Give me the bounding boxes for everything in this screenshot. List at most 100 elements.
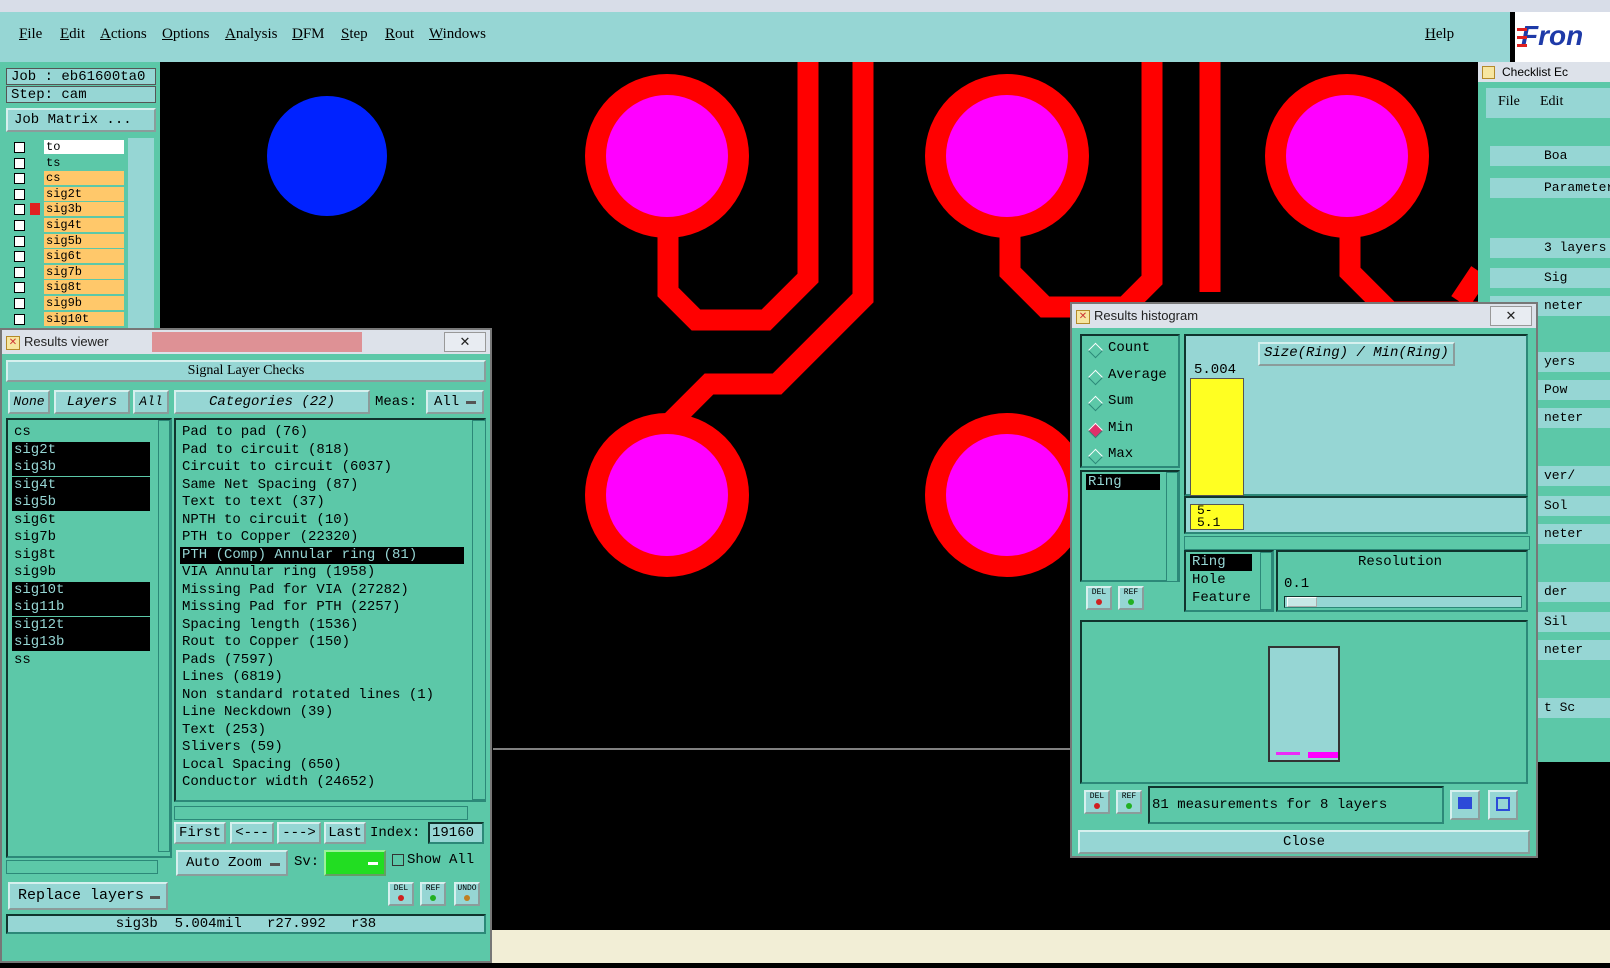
resolution-slider-thumb[interactable] <box>1287 597 1317 607</box>
checklist-row[interactable]: Sig <box>1490 268 1610 288</box>
layer-row[interactable]: sig4t <box>10 218 128 233</box>
layer-list-item[interactable]: cs <box>12 424 150 441</box>
category-item[interactable]: Text to text (37) <box>180 494 464 511</box>
del-button[interactable]: DEL <box>388 882 414 906</box>
layers-all-button[interactable]: All <box>133 390 169 414</box>
layer-list-item[interactable]: sig6t <box>12 512 150 529</box>
radio-diamond-icon[interactable] <box>1087 369 1104 385</box>
attr-list[interactable]: Ring <box>1080 470 1180 582</box>
categories-scrollbar[interactable] <box>472 420 486 800</box>
category-item[interactable]: Local Spacing (650) <box>180 757 464 774</box>
bin-label[interactable]: 5- 5.1 <box>1190 504 1244 530</box>
layer-list-item[interactable]: sig8t <box>12 547 150 564</box>
radio-diamond-icon[interactable] <box>1087 342 1104 359</box>
sv-color-select[interactable] <box>324 850 386 876</box>
menu-options[interactable]: Options <box>162 26 210 43</box>
index-input[interactable]: 19160 <box>428 822 484 844</box>
layer-checkbox[interactable] <box>14 220 25 231</box>
layer-checkbox[interactable] <box>14 235 25 247</box>
layers-tab[interactable]: Layers <box>54 390 130 414</box>
checklist-row[interactable]: 3 layers <box>1490 238 1610 258</box>
layer-row[interactable]: sig7b <box>10 264 128 280</box>
layer-name[interactable]: ts <box>44 155 124 170</box>
attr-list-item[interactable]: Ring <box>1086 474 1160 490</box>
category-item[interactable]: Non standard rotated lines (1) <box>180 687 464 704</box>
category-item[interactable]: NPTH to circuit (10) <box>180 512 464 529</box>
layer-row[interactable]: sig2t <box>10 186 128 202</box>
layers-list[interactable]: cs sig2t sig3b sig4t sig5b sig6t sig7b sig8t sig… <box>6 418 172 858</box>
job-matrix-button[interactable]: Job Matrix ... <box>6 108 156 132</box>
layer-name[interactable]: sig4t <box>44 218 124 232</box>
histogram-close-button[interactable]: Close <box>1078 830 1530 854</box>
layer-list-item[interactable]: sig3b <box>12 459 150 476</box>
layer-list-item[interactable]: sig7b <box>12 529 150 546</box>
snapshot-icon[interactable] <box>1488 790 1518 820</box>
category-item[interactable]: Pad to pad (76) <box>180 424 464 441</box>
category-item[interactable]: Missing Pad for PTH (2257) <box>180 599 464 616</box>
layer-row[interactable]: sig5b <box>10 233 128 249</box>
prev-button[interactable]: <--- <box>230 822 274 844</box>
attr-option[interactable]: Feature <box>1190 590 1252 607</box>
menu-rout[interactable]: Rout <box>385 26 414 43</box>
menu-step[interactable]: Step <box>341 26 368 43</box>
layer-row[interactable]: sig3b <box>10 202 128 217</box>
layer-list-item[interactable]: sig2t <box>12 441 150 459</box>
category-item[interactable]: Lines (6819) <box>180 669 464 686</box>
menu-edit[interactable]: Edit <box>60 26 85 43</box>
menu-windows[interactable]: Windows <box>429 26 486 43</box>
layer-checkbox[interactable] <box>14 173 25 185</box>
layer-name[interactable]: sig8t <box>44 280 124 295</box>
attr-scrollbar[interactable] <box>1166 472 1178 582</box>
export-icon[interactable] <box>1450 790 1480 820</box>
category-item[interactable]: Rout to Copper (150) <box>180 634 464 651</box>
close-icon[interactable]: ✕ <box>444 332 486 352</box>
menu-actions[interactable]: Actions <box>100 26 147 43</box>
category-item[interactable]: Pad to circuit (818) <box>180 442 464 459</box>
layer-list-item[interactable]: sig9b <box>12 564 150 581</box>
menu-file[interactable]: File <box>19 26 42 43</box>
category-item[interactable]: Conductor width (24652) <box>180 774 464 791</box>
layer-name[interactable]: sig9b <box>44 296 124 310</box>
histogram-hscrollbar[interactable] <box>1184 536 1530 550</box>
layer-row[interactable]: cs <box>10 171 128 186</box>
resolution-slider[interactable] <box>1284 596 1522 608</box>
category-item[interactable]: Same Net Spacing (87) <box>180 477 464 494</box>
checklist-menu-edit[interactable]: Edit <box>1540 94 1563 110</box>
layer-row[interactable]: ts <box>10 155 128 171</box>
auto-zoom-select[interactable]: Auto Zoom <box>176 850 288 876</box>
layer-checkbox[interactable] <box>14 251 25 263</box>
layer-checkbox[interactable] <box>14 188 25 200</box>
categories-list[interactable]: Pad to pad (76) Pad to circuit (818) Circu… <box>174 418 486 802</box>
del-button[interactable]: DEL <box>1084 790 1110 814</box>
category-item[interactable]: VIA Annular ring (1958) <box>180 564 464 581</box>
layers-hscrollbar[interactable] <box>6 860 158 874</box>
layer-list-item[interactable]: sig12t <box>12 616 150 634</box>
layer-name[interactable]: sig3b <box>44 202 124 217</box>
radio-diamond-icon[interactable] <box>1087 448 1104 465</box>
ref-button[interactable]: REF <box>420 882 446 906</box>
layer-name[interactable]: sig10t <box>44 311 124 326</box>
layer-list-item[interactable]: sig4t <box>12 476 150 494</box>
layer-name[interactable]: to <box>44 140 124 154</box>
layer-row[interactable]: sig8t <box>10 280 128 295</box>
show-all-checkbox[interactable] <box>392 854 404 866</box>
category-item[interactable]: Slivers (59) <box>180 739 464 756</box>
del-button[interactable]: DEL <box>1086 586 1112 610</box>
categories-tab[interactable]: Categories (22) <box>174 390 370 414</box>
category-item[interactable]: PTH (Comp) Annular ring (81) <box>180 546 464 564</box>
layer-name[interactable]: sig6t <box>44 249 124 264</box>
category-item[interactable]: Spacing length (1536) <box>180 617 464 634</box>
layer-name[interactable]: sig2t <box>44 186 124 201</box>
category-item[interactable]: Text (253) <box>180 722 464 739</box>
checklist-menu-file[interactable]: File <box>1498 94 1520 110</box>
layer-list-item[interactable]: sig11b <box>12 599 150 616</box>
category-item[interactable]: Missing Pad for VIA (27282) <box>180 582 464 599</box>
layer-checkbox[interactable] <box>14 266 25 278</box>
replace-layers-select[interactable]: Replace layers <box>8 882 168 910</box>
layers-scrollbar[interactable] <box>158 420 170 852</box>
layer-checkbox[interactable] <box>14 157 25 169</box>
layer-row[interactable]: to <box>10 140 128 155</box>
attr-options-scrollbar[interactable] <box>1260 552 1272 610</box>
layers-none-button[interactable]: None <box>8 390 50 414</box>
checklist-row[interactable]: Parameter <box>1490 178 1610 198</box>
